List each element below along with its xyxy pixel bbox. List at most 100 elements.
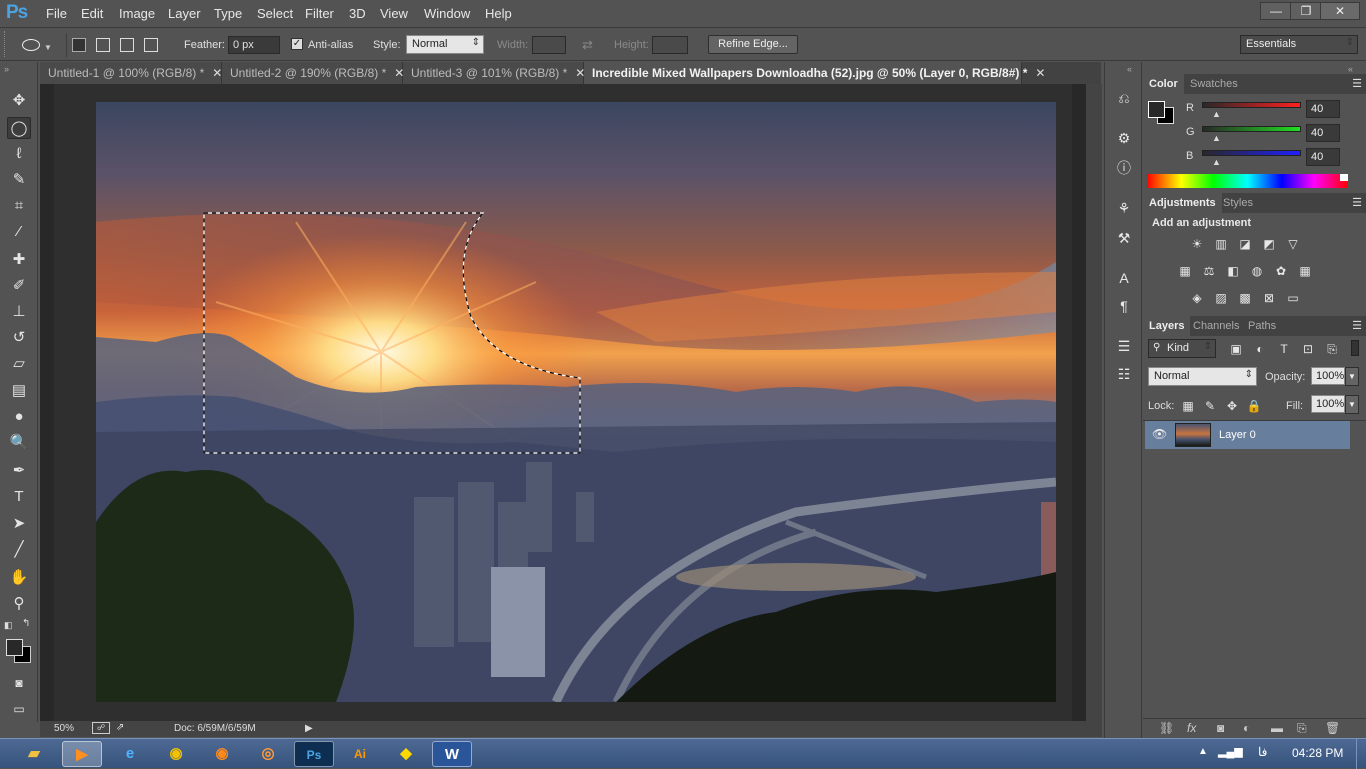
collapse-icon[interactable]: «	[1127, 64, 1132, 74]
g-slider[interactable]	[1202, 126, 1301, 132]
panel-menu-icon[interactable]: ☰	[1352, 196, 1362, 209]
tab-swatches[interactable]: Swatches	[1184, 74, 1244, 94]
canvas-area[interactable]	[40, 84, 1086, 721]
layer-filter-select[interactable]: ⚲ Kind	[1148, 339, 1216, 358]
chrome-icon[interactable]: ◉	[156, 741, 196, 767]
tab-untitled-2[interactable]: Untitled-2 @ 190% (RGB/8) * ✕	[222, 62, 404, 84]
b-value-input[interactable]: 40	[1306, 148, 1340, 166]
refine-edge-button[interactable]: Refine Edge...	[708, 35, 798, 54]
foreground-color-swatch[interactable]	[6, 639, 23, 656]
type-tool-icon[interactable]: T	[7, 486, 31, 508]
panel-menu-icon[interactable]: ☰	[1352, 77, 1362, 90]
history-brush-tool-icon[interactable]: ↺	[7, 327, 31, 349]
blur-tool-icon[interactable]: ●	[7, 406, 31, 428]
language-indicator[interactable]: فا	[1258, 745, 1267, 759]
r-slider[interactable]	[1202, 102, 1301, 108]
menu-file[interactable]: File	[46, 6, 67, 21]
tab-paths[interactable]: Paths	[1242, 316, 1282, 336]
b-slider[interactable]	[1202, 150, 1301, 156]
tab-channels[interactable]: Channels	[1187, 316, 1245, 336]
curves-icon[interactable]: ◪	[1237, 237, 1253, 251]
menu-image[interactable]: Image	[119, 6, 155, 21]
lasso-tool-icon[interactable]: ℓ	[7, 143, 31, 165]
color-lookup-icon[interactable]: ▦	[1297, 264, 1313, 278]
zoom-level[interactable]: 50%	[54, 723, 74, 734]
black-white-icon[interactable]: ◧	[1225, 264, 1241, 278]
fill-input[interactable]: 100%	[1311, 395, 1345, 413]
tool-preset-dropdown-icon[interactable]: ▼	[44, 43, 52, 52]
status-menu-arrow-icon[interactable]: ▶	[305, 723, 313, 734]
gradient-tool-icon[interactable]: ▤	[7, 380, 31, 402]
tab-untitled-3[interactable]: Untitled-3 @ 101% (RGB/8) * ✕	[403, 62, 585, 84]
illustrator-taskbar-icon[interactable]: Ai	[340, 741, 380, 767]
exposure-icon[interactable]: ◩	[1261, 237, 1277, 251]
tab-color[interactable]: Color	[1143, 74, 1184, 94]
info-icon[interactable]: ⓘ	[1114, 158, 1134, 178]
filter-adjustment-icon[interactable]: ◐	[1252, 342, 1268, 356]
lock-transparent-icon[interactable]: ▦	[1180, 399, 1196, 413]
new-selection-icon[interactable]	[72, 38, 86, 52]
new-group-icon[interactable]: ▬	[1271, 721, 1283, 735]
restore-button[interactable]: ❐	[1290, 2, 1322, 20]
width-input[interactable]	[532, 36, 566, 54]
link-layers-icon[interactable]: ⛓	[1159, 721, 1174, 735]
quick-selection-tool-icon[interactable]: ✎	[7, 169, 31, 191]
filter-smart-object-icon[interactable]: ⎘	[1324, 342, 1340, 356]
menu-3d[interactable]: 3D	[349, 6, 366, 21]
elliptical-marquee-tool-icon[interactable]: ◯	[7, 117, 31, 139]
menu-window[interactable]: Window	[424, 6, 470, 21]
document-image[interactable]	[96, 102, 1056, 702]
close-tab-icon[interactable]: ✕	[1035, 66, 1045, 80]
close-tab-icon[interactable]: ✕	[212, 66, 222, 80]
brush-presets-icon[interactable]: ⚘	[1114, 198, 1134, 218]
height-input[interactable]	[652, 36, 688, 54]
opacity-input[interactable]: 100%	[1311, 367, 1345, 385]
elliptical-marquee-icon[interactable]	[22, 39, 40, 51]
opacity-dropdown-icon[interactable]: ▼	[1345, 367, 1359, 386]
r-value-input[interactable]: 40	[1306, 100, 1340, 118]
swap-dimensions-icon[interactable]: ⇄	[582, 37, 593, 53]
hand-tool-icon[interactable]: ✋	[7, 567, 31, 589]
posterize-icon[interactable]: ▨	[1213, 291, 1229, 305]
vertical-scrollbar[interactable]	[1086, 84, 1102, 721]
new-adjustment-layer-icon[interactable]: ◐	[1243, 721, 1250, 735]
swap-colors-icon[interactable]: ↰	[22, 618, 30, 629]
menu-help[interactable]: Help	[485, 6, 512, 21]
notes-icon[interactable]: ☰	[1114, 336, 1134, 356]
show-desktop-button[interactable]	[1356, 739, 1366, 769]
tab-layers[interactable]: Layers	[1143, 316, 1191, 336]
pen-tool-icon[interactable]: ✒	[7, 460, 31, 482]
word-taskbar-icon[interactable]: W	[432, 741, 472, 767]
tool-presets-icon[interactable]: ⚒	[1114, 228, 1134, 248]
clock[interactable]: 04:28 PM	[1292, 746, 1343, 760]
collapse-icon[interactable]: »	[4, 64, 9, 74]
tab-untitled-1[interactable]: Untitled-1 @ 100% (RGB/8) * ✕	[40, 62, 222, 84]
workspace-select[interactable]: Essentials	[1240, 35, 1358, 54]
character-icon[interactable]: A	[1114, 268, 1134, 288]
paragraph-icon[interactable]: ¶	[1114, 296, 1134, 316]
filter-toggle[interactable]	[1351, 340, 1359, 356]
filter-type-icon[interactable]: T	[1276, 342, 1292, 356]
file-explorer-icon[interactable]: ▰	[14, 741, 54, 767]
intersect-selection-icon[interactable]	[144, 38, 158, 52]
filter-shape-icon[interactable]: ⊡	[1300, 342, 1316, 356]
history-icon[interactable]: ⎌	[1114, 88, 1134, 108]
color-balance-icon[interactable]: ⚖	[1201, 264, 1217, 278]
filter-pixel-icon[interactable]: ▣	[1228, 342, 1244, 356]
path-selection-tool-icon[interactable]: ➤	[7, 513, 31, 535]
firefox-icon[interactable]: ◉	[202, 741, 242, 767]
add-to-selection-icon[interactable]	[96, 38, 110, 52]
collapse-icon[interactable]: «	[1348, 64, 1353, 74]
internet-explorer-icon[interactable]: e	[110, 741, 150, 767]
layer-row[interactable]: 👁 Layer 0	[1145, 421, 1350, 449]
crop-tool-icon[interactable]: ⌗	[7, 195, 31, 217]
dodge-tool-icon[interactable]: 🔍	[7, 432, 31, 454]
eraser-tool-icon[interactable]: ▱	[7, 353, 31, 375]
color-spectrum-bar[interactable]	[1147, 174, 1348, 188]
selective-color-icon[interactable]: ⊠	[1261, 291, 1277, 305]
menu-filter[interactable]: Filter	[305, 6, 334, 21]
feather-input[interactable]: 0 px	[228, 36, 280, 54]
network-icon[interactable]: ▂▄▆	[1218, 745, 1243, 758]
quick-mask-icon[interactable]: ◙	[7, 672, 31, 694]
lock-position-icon[interactable]: ✥	[1224, 399, 1240, 413]
